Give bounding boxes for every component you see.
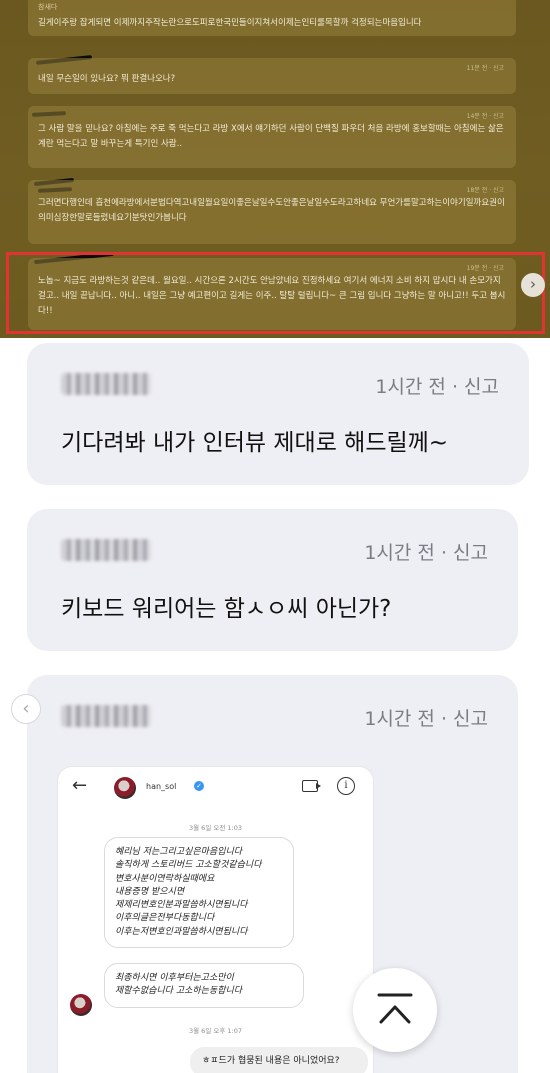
scroll-to-top-button[interactable]	[353, 968, 437, 1052]
dm-username: han_sol	[146, 782, 177, 791]
embedded-comment-meta: 14분 전 · 신고	[466, 113, 504, 120]
dm-message-bubble: 혜리님 저는그리고싶은마음입니다 솔직하게 스토리버드 고소할것같습니다 변호사…	[104, 837, 294, 949]
dm-date: 3월 6일 오전 1:03	[189, 824, 242, 832]
highlight-box	[6, 252, 545, 334]
dm-message-line: 제할수없습니다 고소하는동합니다	[115, 986, 243, 997]
embedded-comment-text: 길게이주랑 잡게되면 이제까지주작논란으로도피로한국민들이지쳐서이제는인티룰목할…	[38, 18, 422, 28]
embedded-comment-text: 그 사람 말을 믿나요? 아침에는 주로 죽 먹는다고 라방 X에서 얘기하던 …	[38, 124, 504, 149]
comment-card: 1시간 전 · 신고 기다려봐 내가 인터뷰 제대로 해드릴께~	[27, 343, 529, 485]
dm-message-line: 혜리님 저는그리고싶은마음입니다	[115, 847, 243, 857]
avatar	[70, 994, 92, 1016]
dm-message-line: 솔직하게 스토리버드 고소할것같습니다	[115, 860, 262, 871]
avatar	[114, 777, 136, 799]
back-arrow-icon: ←	[72, 775, 88, 796]
comment-meta[interactable]: 1시간 전 · 신고	[364, 704, 488, 731]
dm-message-line: 이후의글은전부다동합니다	[115, 913, 215, 924]
embedded-comment-card: 14분 전 · 신고 그 사람 말을 믿나요? 아침에는 주로 죽 먹는다고 라…	[28, 106, 516, 168]
chevron-right-icon[interactable]: ›	[521, 273, 545, 297]
embedded-comment-screenshot: 참새다 길게이주랑 잡게되면 이제까지주작논란으로도피로한국민들이지쳐서이제는인…	[0, 0, 550, 338]
embedded-comment-card: 11분 전 · 신고 내일 무슨일이 있나요? 뭐 판결나오나?	[28, 58, 516, 94]
dm-outgoing-bubble: ㅎㅍ드가 협뭉된 내용은 아니었어요?	[190, 1047, 368, 1073]
blurred-username	[61, 373, 151, 395]
comment-meta[interactable]: 1시간 전 · 신고	[364, 538, 488, 565]
dm-message-line: 변호사분이연락하실때에요	[115, 873, 215, 884]
dm-date: 3월 6일 오후 1:07	[189, 1027, 242, 1035]
dm-message-line: 제제리변호인분과말씀하시면됩니다	[115, 900, 248, 911]
embedded-comment-card: 참새다 길게이주랑 잡게되면 이제까지주작논란으로도피로한국민들이지쳐서이제는인…	[28, 0, 516, 36]
blurred-username	[61, 705, 151, 727]
comment-meta[interactable]: 1시간 전 · 신고	[375, 372, 499, 399]
info-icon: i	[337, 777, 355, 795]
embedded-comment-author: 참새다	[38, 3, 58, 11]
chevron-left-icon[interactable]: ‹	[11, 694, 41, 724]
embedded-comment-text: 그러면다행인데 흡천에라방에서분법다역고내일월요일이좋은날일수도안좋은날일수도라…	[38, 198, 505, 223]
dm-message-bubble: 최종하시면 이후부터는고소만이 제할수없습니다 고소하는동합니다	[104, 963, 304, 1008]
verified-badge-icon: ✓	[194, 781, 204, 791]
scroll-to-top-icon	[377, 993, 413, 1024]
embedded-comment-card: 18분 전 · 신고 그러면다행인데 흡천에라방에서분법다역고내일월요일이좋은날…	[28, 180, 516, 244]
comment-text: 키보드 워리어는 함ㅅㅇ씨 아닌가?	[61, 596, 392, 622]
embedded-comment-meta: 18분 전 · 신고	[466, 187, 504, 194]
embedded-comment-meta: 11분 전 · 신고	[466, 65, 504, 72]
dm-header: ← han_sol ✓ i	[58, 767, 373, 811]
embedded-comment-text: 내일 무슨일이 있나요? 뭐 판결나오나?	[38, 74, 176, 84]
dm-message-line: 이후는저변호인과말씀하시면됩니다	[115, 926, 248, 937]
video-call-icon	[302, 780, 321, 792]
dm-message-line: 내용증명 받으시면	[115, 886, 185, 897]
comment-text: 기다려봐 내가 인터뷰 제대로 해드릴께~	[61, 430, 449, 456]
comment-card: 1시간 전 · 신고 키보드 워리어는 함ㅅㅇ씨 아닌가?	[27, 509, 518, 651]
attached-dm-screenshot[interactable]: ← han_sol ✓ i 3월 6일 오전 1:03 혜리님 저는그리고싶은마…	[58, 767, 373, 1073]
blurred-username	[61, 539, 151, 561]
dm-message-line: 최종하시면 이후부터는고소만이	[115, 973, 234, 983]
